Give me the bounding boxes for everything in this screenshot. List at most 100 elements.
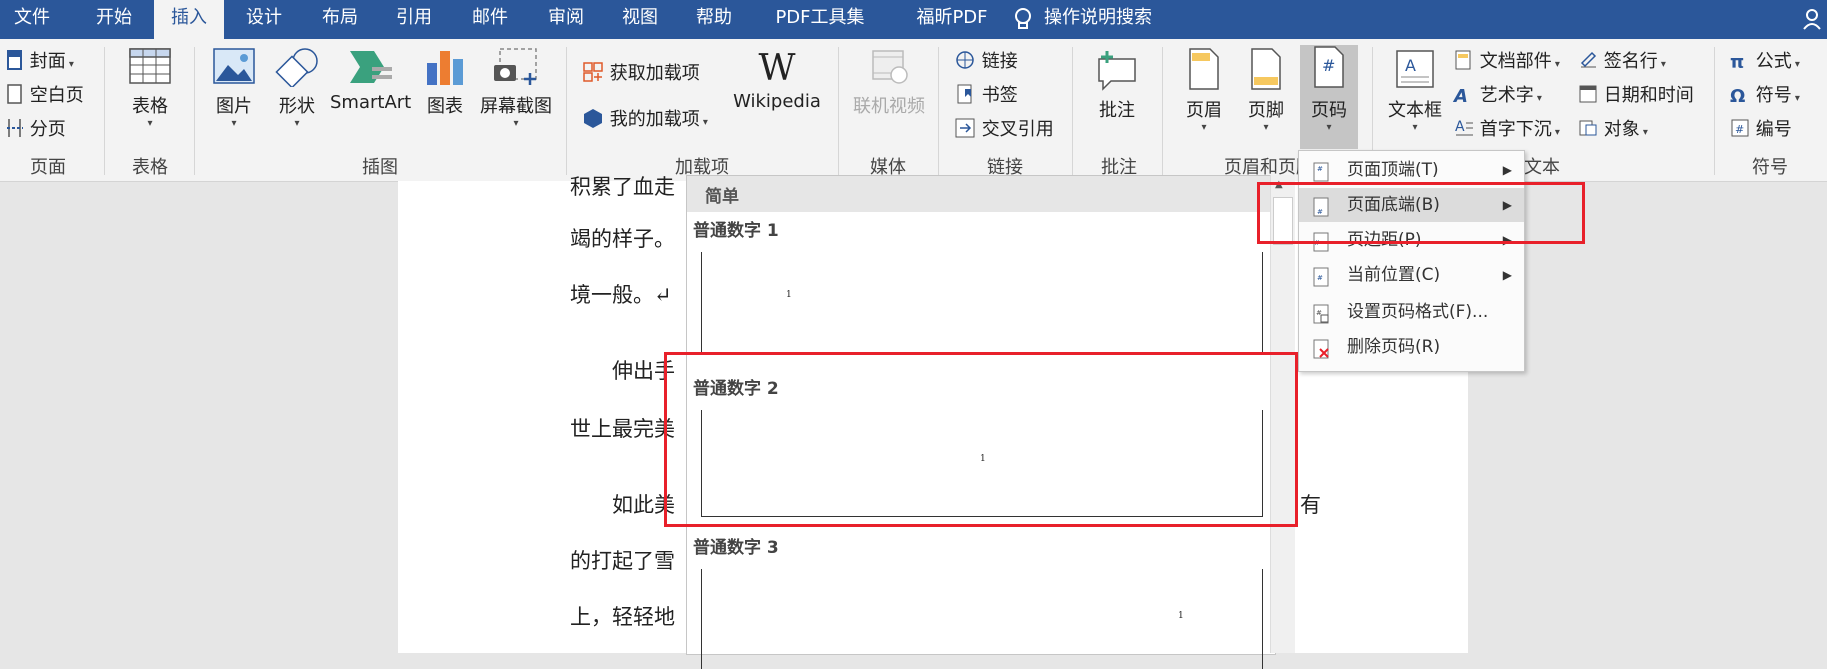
my-addins-icon <box>582 107 604 134</box>
pi-icon: π <box>1730 51 1745 73</box>
wikipedia-icon: W <box>758 48 796 89</box>
object-button[interactable]: 对象 ▾ <box>1578 115 1648 144</box>
number-icon: # <box>1730 117 1750 144</box>
separator <box>1162 47 1163 175</box>
signature-icon <box>1578 49 1598 76</box>
menu-item-remove-page-numbers[interactable]: 删除页码(R) <box>1299 330 1524 364</box>
equation-button[interactable]: π 公式 ▾ <box>1730 47 1800 73</box>
picture-icon <box>206 47 262 92</box>
separator <box>104 47 105 175</box>
wordart-icon: A <box>1454 85 1468 107</box>
shapes-icon <box>266 47 328 92</box>
number-button[interactable]: # 编号 <box>1730 115 1792 144</box>
bookmark-icon <box>954 83 976 110</box>
smartart-button[interactable]: SmartArt <box>330 47 411 113</box>
lightbulb-icon <box>1010 0 1036 39</box>
group-label-symbols: 符号 <box>1752 157 1788 178</box>
tab-view[interactable]: 视图 <box>608 0 672 39</box>
picture-button[interactable]: 图片 ▾ <box>206 47 262 129</box>
tab-references[interactable]: 引用 <box>382 0 446 39</box>
blank-page-button[interactable]: 空白页 <box>6 81 84 110</box>
separator <box>194 47 195 175</box>
doc-line: 的打起了雪 <box>570 549 675 573</box>
doc-line: 境一般。↵ <box>570 283 672 307</box>
tab-home[interactable]: 开始 <box>80 0 148 39</box>
group-label-tables: 表格 <box>132 157 168 178</box>
header-button[interactable]: 页眉 ▾ <box>1176 47 1232 133</box>
menu-bar: 文件 开始 插入 设计 布局 引用 邮件 审阅 视图 帮助 PDF工具集 福昕P… <box>0 0 1827 39</box>
symbol-button[interactable]: Ω 符号 ▾ <box>1730 81 1800 107</box>
quick-parts-icon <box>1454 49 1474 76</box>
doc-line: 世上最完美 <box>570 417 675 441</box>
online-video-button: 联机视频 <box>848 47 930 118</box>
link-icon <box>954 49 976 76</box>
doc-line: 积累了血走 <box>570 175 675 199</box>
header-icon <box>1176 47 1232 96</box>
link-button[interactable]: 链接 <box>954 47 1018 76</box>
tab-pdf-tools[interactable]: PDF工具集 <box>760 0 880 39</box>
cover-page-button[interactable]: 封面 ▾ <box>6 47 74 76</box>
svg-text:#: # <box>1322 56 1335 75</box>
cross-reference-icon <box>954 117 976 144</box>
svg-text:A: A <box>1455 119 1465 135</box>
quick-parts-button[interactable]: 文档部件 ▾ <box>1454 47 1560 76</box>
tab-foxit-pdf[interactable]: 福昕PDF <box>892 0 1012 39</box>
tab-design[interactable]: 设计 <box>232 0 296 39</box>
ribbon: 封面 ▾ 空白页 分页 页面 表格 ▾ 表格 图片 ▾ 形状 ▾ SmartArt 图… <box>0 39 1827 182</box>
submenu-arrow-icon: ▶ <box>1502 268 1512 282</box>
footer-icon <box>1238 47 1294 96</box>
highlight-box-plain-number-2 <box>664 352 1298 527</box>
page-preview: 1 <box>701 252 1263 353</box>
remove-icon <box>1311 337 1331 371</box>
cross-reference-button[interactable]: 交叉引用 <box>954 115 1054 144</box>
separator <box>938 47 939 175</box>
menu-item-current-position[interactable]: # 当前位置(C) ▶ <box>1299 258 1524 292</box>
doc-line: 竭的样子。 <box>570 227 675 251</box>
my-addins-button[interactable]: 我的加载项 ▾ <box>582 105 708 134</box>
table-button[interactable]: 表格 ▾ <box>118 47 182 129</box>
svg-text:#: # <box>1317 165 1323 173</box>
comment-button[interactable]: 批注 <box>1084 47 1150 122</box>
tab-mailings[interactable]: 邮件 <box>458 0 522 39</box>
group-label-illustrations: 插图 <box>362 157 398 178</box>
wikipedia-button[interactable]: W Wikipedia <box>730 47 824 112</box>
get-addins-button[interactable]: 获取加载项 <box>582 59 700 88</box>
tell-me-search[interactable]: 操作说明搜索 <box>1044 0 1174 39</box>
screenshot-button[interactable]: 屏幕截图 ▾ <box>478 47 554 129</box>
user-icon[interactable] <box>1800 0 1824 39</box>
calendar-icon <box>1578 83 1598 110</box>
date-time-button[interactable]: 日期和时间 <box>1578 81 1694 110</box>
cover-page-icon <box>6 49 24 76</box>
wordart-button[interactable]: A 艺术字 ▾ <box>1454 81 1542 107</box>
tab-file[interactable]: 文件 <box>0 0 64 39</box>
textbox-button[interactable]: A 文本框 ▾ <box>1380 47 1450 133</box>
bookmark-button[interactable]: 书签 <box>954 81 1018 110</box>
chart-button[interactable]: 图表 <box>414 47 476 118</box>
tab-review[interactable]: 审阅 <box>534 0 598 39</box>
tab-help[interactable]: 帮助 <box>682 0 746 39</box>
object-icon <box>1578 117 1598 144</box>
svg-text:#: # <box>1317 274 1323 282</box>
gallery-section-header: 简单 <box>687 176 1275 212</box>
chart-icon <box>414 47 476 92</box>
shapes-button[interactable]: 形状 ▾ <box>266 47 328 129</box>
tab-layout[interactable]: 布局 <box>308 0 372 39</box>
footer-button[interactable]: 页脚 ▾ <box>1238 47 1294 133</box>
page-number-button[interactable]: # 页码 ▾ <box>1300 45 1358 149</box>
page-break-button[interactable]: 分页 <box>6 115 66 144</box>
textbox-icon: A <box>1380 47 1450 96</box>
tab-insert[interactable]: 插入 <box>154 0 224 39</box>
gallery-item-plain-number-3[interactable]: 普通数字 3 1 <box>693 533 1269 669</box>
gallery-item-plain-number-1[interactable]: 普通数字 1 1 <box>693 216 1269 356</box>
svg-text:A: A <box>1405 56 1416 75</box>
drop-cap-button[interactable]: A 首字下沉 ▾ <box>1454 115 1560 144</box>
separator <box>1072 47 1073 175</box>
blank-page-icon <box>6 83 24 110</box>
signature-line-button[interactable]: 签名行 ▾ <box>1578 47 1666 76</box>
page-number-sample: 1 <box>1178 611 1184 621</box>
online-video-icon <box>848 47 930 92</box>
separator <box>566 47 567 175</box>
menu-item-format-page-numbers[interactable]: # 设置页码格式(F)... <box>1299 295 1524 329</box>
page-preview: 1 <box>701 569 1263 669</box>
doc-line: 有 <box>1300 493 1321 517</box>
